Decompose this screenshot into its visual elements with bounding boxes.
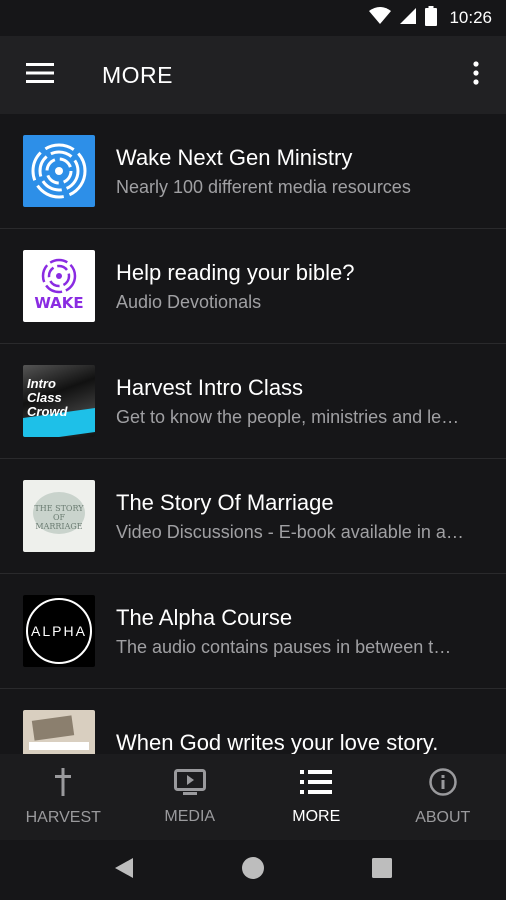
nav-label: MEDIA <box>164 807 216 825</box>
list-item[interactable]: When God writes your love story. <box>0 689 506 754</box>
bottom-navigation: HARVEST MEDIA MORE ABOUT <box>0 754 506 840</box>
wake-logo-blue-thumbnail <box>23 135 95 207</box>
hamburger-menu-icon <box>26 62 54 88</box>
home-icon[interactable] <box>241 856 265 885</box>
recents-icon[interactable] <box>371 857 393 884</box>
list-item-subtitle: Nearly 100 different media resources <box>116 176 411 197</box>
battery-icon <box>425 5 438 31</box>
nav-about[interactable]: ABOUT <box>380 754 506 840</box>
thumbnail-text: THE STORY OF MARRIAGE <box>34 504 84 531</box>
list-item-title: The Story Of Marriage <box>116 489 334 515</box>
wake-logo-white-thumbnail: WAKE <box>23 250 95 322</box>
back-icon[interactable] <box>113 856 135 885</box>
tv-icon <box>173 768 206 800</box>
page-title: MORE <box>102 61 173 88</box>
cross-icon <box>53 767 73 801</box>
menu-button[interactable] <box>0 36 80 114</box>
nav-label: HARVEST <box>25 808 101 826</box>
list-item-title: Harvest Intro Class <box>116 374 304 400</box>
list-item[interactable]: THE STORY OF MARRIAGE The Story Of Marri… <box>0 459 506 574</box>
signal-icon <box>399 7 417 30</box>
list-item-title: The Alpha Course <box>116 604 293 630</box>
list-item-subtitle: Audio Devotionals <box>116 291 262 312</box>
list-item-title: When God writes your love story. <box>116 730 439 754</box>
list-icon <box>300 769 333 800</box>
app-bar: MORE <box>0 36 506 114</box>
thumbnail-text: ALPHA <box>31 623 87 639</box>
thumbnail-text: WAKE <box>34 294 84 312</box>
wifi-icon <box>369 6 392 30</box>
list-item-title: Wake Next Gen Ministry <box>116 144 353 170</box>
list-item-subtitle: The audio contains pauses in between t… <box>116 636 452 657</box>
thumbnail-text: Intro Class Crowd <box>27 376 68 419</box>
alpha-logo-thumbnail: ALPHA <box>23 595 95 667</box>
nav-media[interactable]: MEDIA <box>127 754 254 840</box>
info-icon <box>429 767 457 801</box>
list-item-subtitle: Get to know the people, ministries and l… <box>116 406 460 427</box>
list-item[interactable]: Wake Next Gen Ministry Nearly 100 differ… <box>0 114 506 229</box>
list-item[interactable]: Intro Class Crowd Harvest Intro Class Ge… <box>0 344 506 459</box>
nav-more[interactable]: MORE <box>253 754 380 840</box>
nav-label: MORE <box>292 807 341 825</box>
story-of-marriage-thumbnail: THE STORY OF MARRIAGE <box>23 480 95 552</box>
content-list: Wake Next Gen Ministry Nearly 100 differ… <box>0 114 506 754</box>
status-time: 10:26 <box>449 8 492 27</box>
intro-class-crowd-thumbnail: Intro Class Crowd <box>23 365 95 437</box>
list-item[interactable]: ALPHA The Alpha Course The audio contain… <box>0 574 506 689</box>
list-item-title: Help reading your bible? <box>116 259 355 285</box>
more-vert-icon <box>473 60 479 90</box>
status-bar: 10:26 <box>0 0 506 36</box>
love-story-thumbnail <box>23 710 95 754</box>
system-navigation-bar <box>0 840 506 900</box>
nav-label: ABOUT <box>415 808 471 826</box>
nav-harvest[interactable]: HARVEST <box>0 754 127 840</box>
list-item[interactable]: WAKE Help reading your bible? Audio Devo… <box>0 229 506 344</box>
overflow-menu-button[interactable] <box>446 36 506 114</box>
list-item-subtitle: Video Discussions - E-book available in … <box>116 521 464 542</box>
